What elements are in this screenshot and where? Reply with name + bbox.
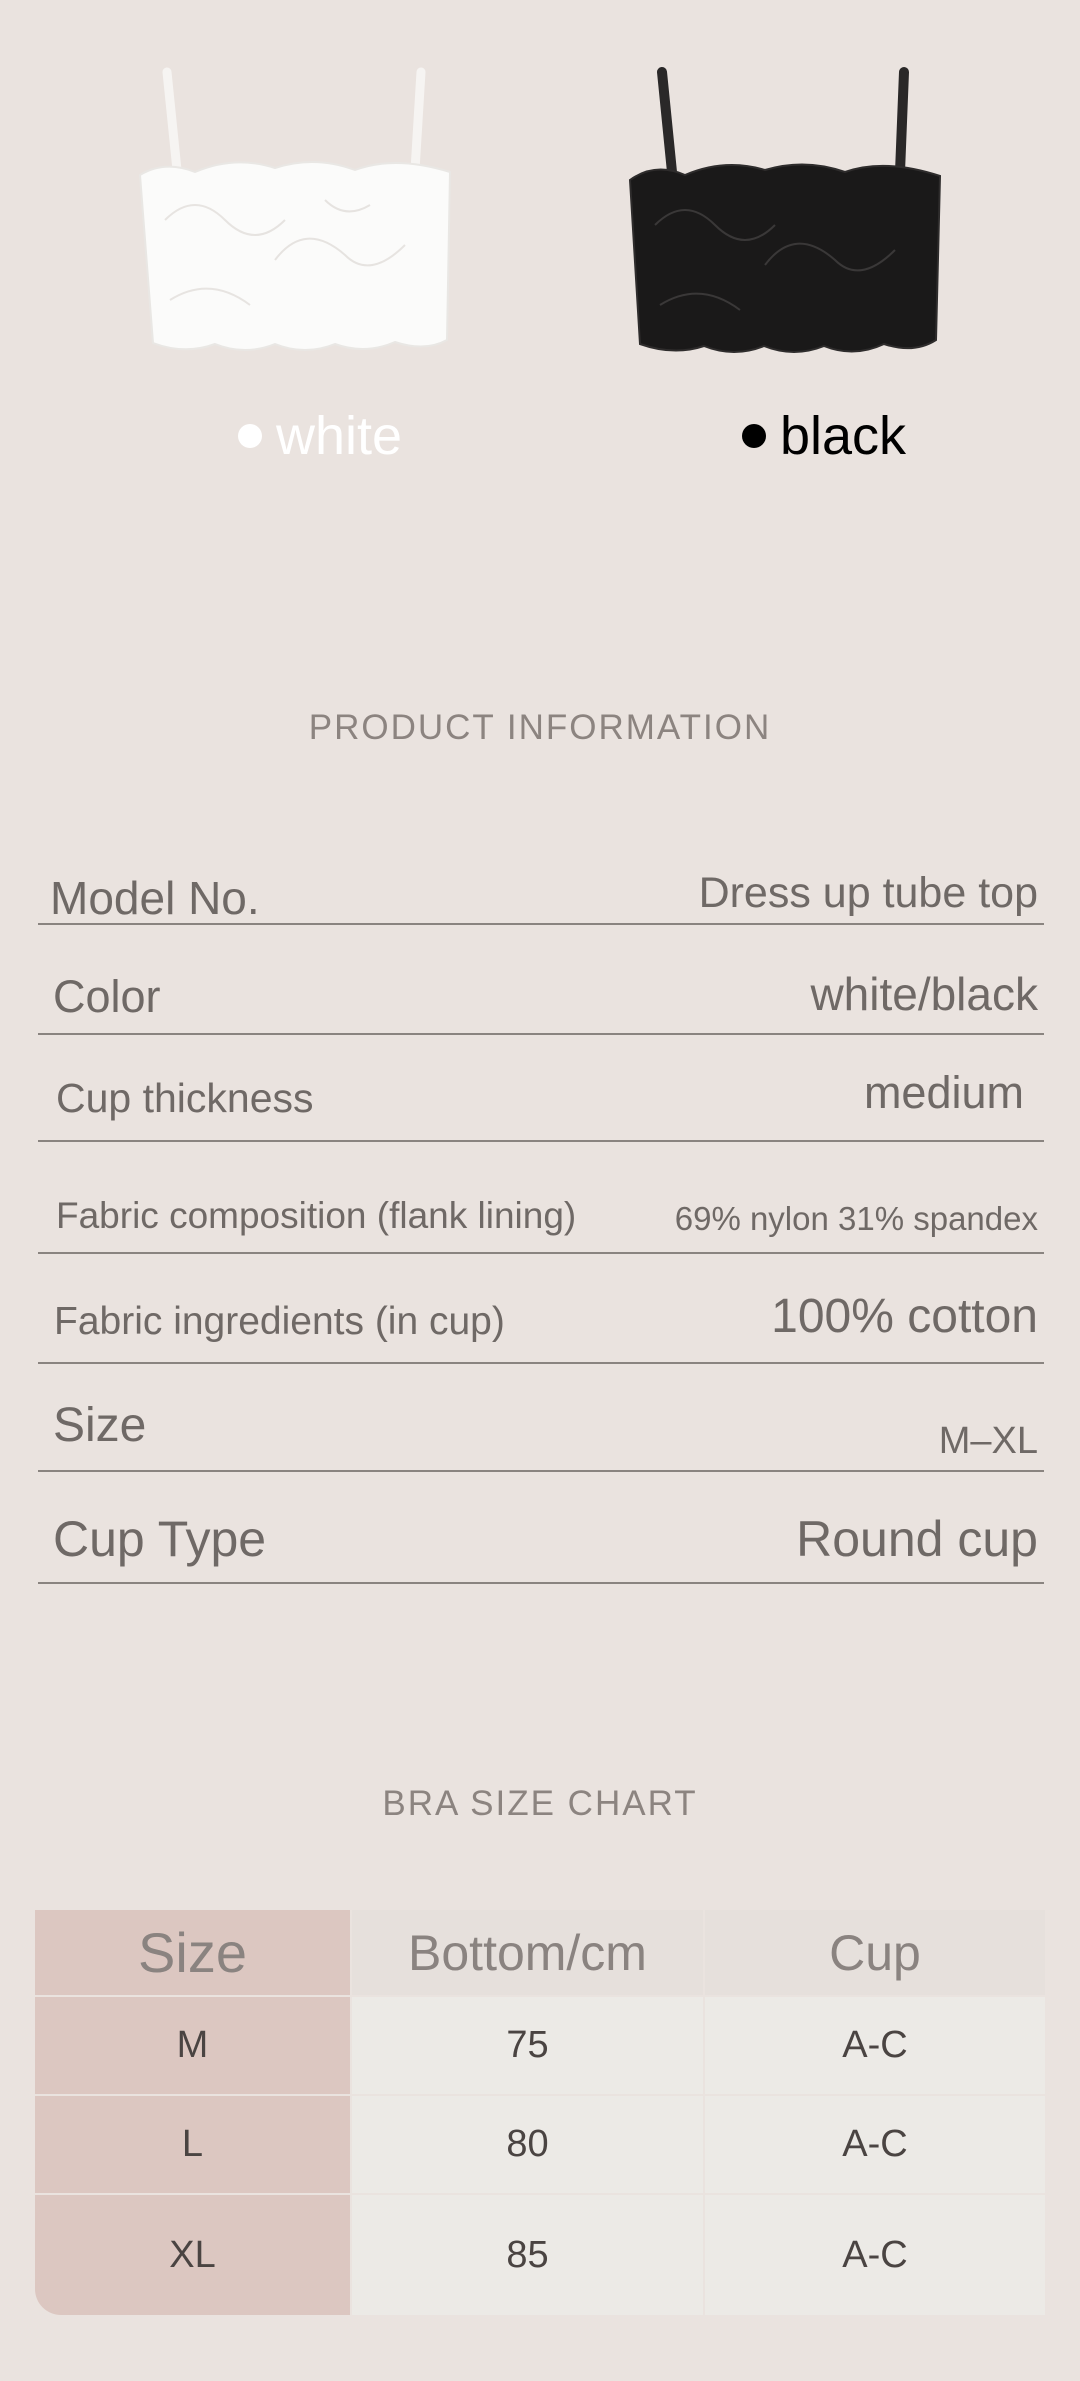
info-key: Fabric composition (flank lining) [56,1195,577,1236]
info-row-fabric-composition: Fabric composition (flank lining) 69% ny… [38,1140,1044,1254]
cell-bottom: 75 [352,1997,703,2094]
product-image-black [610,60,950,360]
info-value: Round cup [796,1511,1038,1567]
header-bottom: Bottom/cm [352,1910,703,1995]
color-label-white: white [276,406,403,466]
cell-cup: A-C [705,2195,1045,2315]
info-value: 100% cotton [771,1290,1038,1343]
info-row-model: Model No. Dress up tube top [38,855,1044,925]
info-key: Cup Type [53,1511,267,1567]
black-bandeau-image [628,67,942,353]
info-value: Dress up tube top [698,869,1038,917]
info-key: Fabric ingredients (in cup) [54,1300,505,1343]
white-dot-icon [238,424,262,448]
product-image-white [125,60,465,360]
info-value: 69% nylon 31% spandex [674,1200,1038,1237]
info-value: white/black [810,968,1038,1020]
info-key: Model No. [50,872,260,924]
cell-size: M [35,1997,350,2094]
info-key: Color [53,971,161,1022]
size-chart-table: Size Bottom/cm Cup M 75 A-C L 80 A-C XL … [35,1910,1045,2315]
info-key: Cup thickness [56,1075,314,1121]
cell-size: L [35,2096,350,2193]
header-size: Size [35,1910,350,1995]
cell-cup: A-C [705,2096,1045,2193]
info-row-size: Size M–XL [38,1362,1044,1472]
info-row-fabric-ingredients: Fabric ingredients (in cup) 100% cotton [38,1252,1044,1364]
info-value: medium [863,1067,1024,1118]
product-information-title: PRODUCT INFORMATION [308,708,772,747]
cell-bottom: 80 [352,2096,703,2193]
cell-bottom: 85 [352,2195,703,2315]
size-chart-title: BRA SIZE CHART [382,1784,698,1823]
black-dot-icon [742,424,766,448]
cell-size: XL [35,2195,350,2315]
cell-cup: A-C [705,1997,1045,2094]
white-bandeau-image [138,67,452,351]
color-option-black: black [742,405,906,467]
info-value: M–XL [938,1420,1038,1462]
info-row-color: Color white/black [38,923,1044,1035]
info-row-cup-type: Cup Type Round cup [38,1470,1044,1584]
info-key: Size [53,1399,147,1452]
color-option-white: white [238,405,402,467]
header-cup: Cup [705,1910,1045,1995]
color-label-black: black [780,406,907,466]
info-row-cup-thickness: Cup thickness medium [38,1033,1044,1142]
